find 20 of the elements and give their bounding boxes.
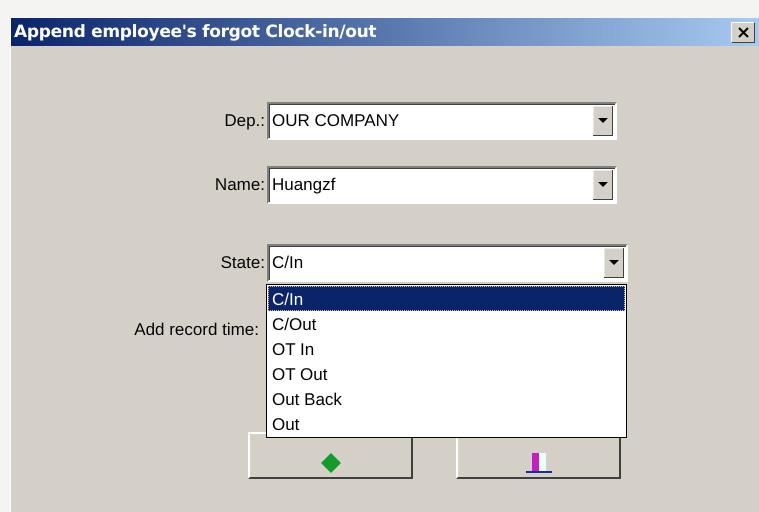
diamond-icon	[320, 453, 340, 473]
dropdown-arrow-icon	[593, 170, 613, 200]
dropdown-field[interactable]: C/In	[267, 244, 628, 282]
close-icon	[736, 26, 750, 38]
field-label: Dep.:	[223, 111, 266, 131]
dropdown-option[interactable]: C/Out	[268, 311, 625, 336]
field-label: State:	[220, 253, 266, 273]
dropdown-option[interactable]: Out	[268, 411, 625, 436]
dropdown-field[interactable]: OUR COMPANY	[267, 102, 617, 140]
dropdown-option[interactable]: Out Back	[268, 386, 625, 411]
field-label: Add record time:	[133, 320, 260, 340]
window-title: Append employee's forgot Clock-in/out	[14, 22, 376, 42]
close-button[interactable]	[731, 22, 755, 42]
dropdown-option[interactable]: OT In	[268, 336, 625, 361]
field-label: Name:	[214, 175, 266, 195]
dropdown-arrow-icon	[604, 248, 624, 278]
dropdown-option[interactable]: OT Out	[268, 361, 625, 386]
dropdown-option[interactable]: C/In	[268, 286, 625, 311]
dropdown-arrow-icon	[593, 106, 613, 136]
dropdown-field[interactable]: Huangzf	[267, 166, 617, 204]
